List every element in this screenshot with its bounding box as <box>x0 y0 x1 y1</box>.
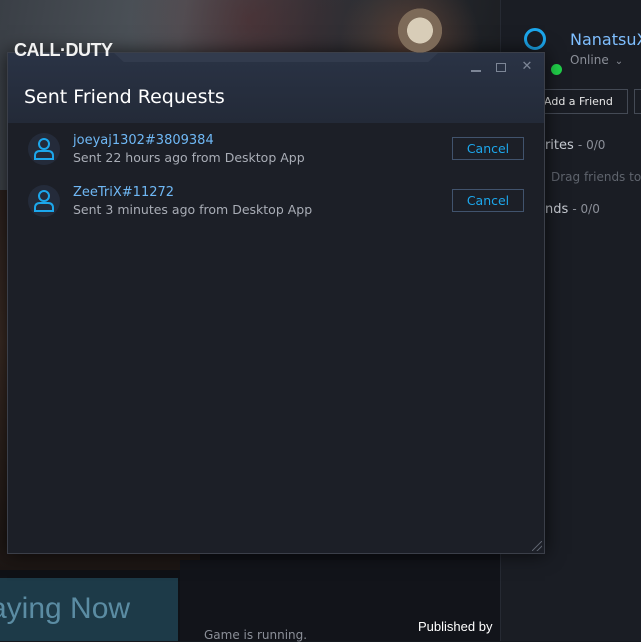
sent-friend-requests-dialog: ✕ Sent Friend Requests joeyaj1302#380938… <box>7 52 545 554</box>
user-avatar-icon[interactable] <box>28 185 60 217</box>
request-row: joeyaj1302#3809384 Sent 22 hours ago fro… <box>8 123 544 171</box>
close-icon[interactable]: ✕ <box>519 59 535 75</box>
playing-now-button[interactable]: aying Now <box>0 578 178 641</box>
maximize-icon[interactable] <box>493 59 509 75</box>
online-status-dot <box>549 62 564 77</box>
chevron-down-icon: ⌄ <box>614 56 624 67</box>
cancel-request-button[interactable]: Cancel <box>452 189 524 212</box>
friends-section-header[interactable]: ends - 0/0 <box>537 202 600 217</box>
request-row: ZeeTriX#11272 Sent 3 minutes ago from De… <box>8 175 544 223</box>
favorites-count: - 0/0 <box>577 138 606 152</box>
add-friend-button[interactable]: Add a Friend <box>536 89 628 114</box>
status-dropdown[interactable]: Online ⌄ <box>570 53 623 67</box>
dialog-header[interactable]: ✕ Sent Friend Requests <box>8 53 544 123</box>
friends-options-button[interactable] <box>634 89 641 114</box>
profile-username[interactable]: NanatsuX <box>570 30 641 49</box>
game-logo: CALL·DUTY <box>14 40 113 60</box>
user-avatar-icon[interactable] <box>28 133 60 165</box>
cancel-request-button[interactable]: Cancel <box>452 137 524 160</box>
header-tab-decoration <box>114 53 438 62</box>
resize-grip-icon[interactable] <box>532 541 542 551</box>
published-by-text: Published by <box>418 619 493 634</box>
dialog-title: Sent Friend Requests <box>24 86 225 108</box>
playing-now-label: aying Now <box>0 592 131 625</box>
status-label: Online <box>570 53 609 67</box>
soldier-artwork <box>396 8 444 58</box>
friends-count: - 0/0 <box>572 202 600 216</box>
game-running-text: Game is running. <box>204 628 308 642</box>
minimize-icon[interactable] <box>468 59 484 75</box>
request-meta: Sent 3 minutes ago from Desktop App <box>73 202 313 217</box>
profile-avatar-icon[interactable] <box>524 28 546 50</box>
request-meta: Sent 22 hours ago from Desktop App <box>73 150 305 165</box>
request-username[interactable]: ZeeTriX#11272 <box>73 185 174 200</box>
favorites-section-header[interactable]: orites - 0/0 <box>537 138 605 153</box>
drag-friends-hint: Drag friends to <box>551 170 641 184</box>
request-username[interactable]: joeyaj1302#3809384 <box>73 133 214 148</box>
